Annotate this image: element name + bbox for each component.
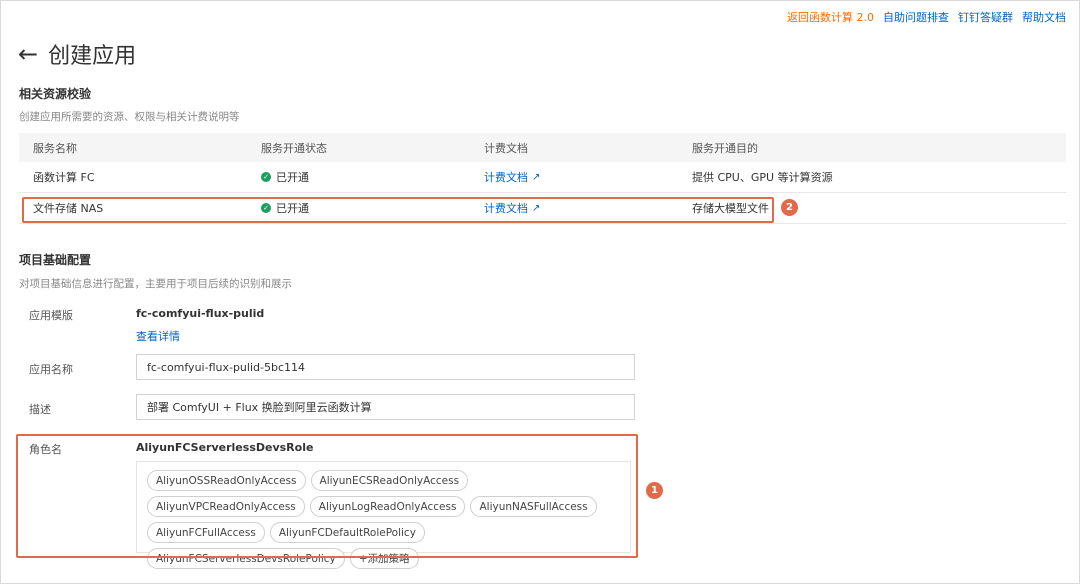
service-name: 函数计算 FC (33, 171, 95, 184)
help-docs-link[interactable]: 帮助文档 (1022, 9, 1066, 25)
table-header-row: 服务名称 服务开通状态 计费文档 服务开通目的 (19, 133, 1066, 162)
page-title: 创建应用 (48, 44, 137, 69)
app-name-input[interactable] (136, 354, 635, 380)
highlight-box-role (16, 434, 638, 558)
annotation-badge-1: 1 (646, 482, 663, 499)
description-input[interactable] (136, 394, 635, 420)
status-text: 已开通 (276, 171, 309, 184)
service-status: ✓ 已开通 (247, 169, 470, 185)
view-details-link[interactable]: 查看详情 (136, 328, 180, 344)
top-links: 返回函数计算 2.0 自助问题排查 钉钉答疑群 帮助文档 (787, 9, 1066, 25)
template-value: fc-comfyui-flux-pulid (136, 307, 265, 320)
description-label: 描述 (29, 403, 51, 416)
billing-doc-link[interactable]: 计费文档 ↗ (484, 169, 540, 185)
resource-section-title: 相关资源校验 (19, 87, 92, 101)
col-service-name: 服务名称 (33, 141, 77, 155)
dingtalk-group-link[interactable]: 钉钉答疑群 (958, 9, 1013, 25)
page-header: ← 创建应用 (18, 38, 136, 70)
arrow-left-icon[interactable]: ← (18, 42, 38, 66)
config-section-description: 对项目基础信息进行配置，主要用于项目后续的识别和展示 (19, 278, 292, 290)
back-to-fc2-link[interactable]: 返回函数计算 2.0 (787, 9, 874, 25)
table-row: 函数计算 FC ✓ 已开通 计费文档 ↗ 提供 CPU、GPU 等计算资源 (19, 162, 1066, 193)
col-service-purpose: 服务开通目的 (692, 141, 758, 155)
service-purpose: 提供 CPU、GPU 等计算资源 (692, 171, 833, 184)
check-circle-icon: ✓ (261, 172, 271, 182)
template-label: 应用模版 (29, 309, 73, 322)
resource-section-description: 创建应用所需要的资源、权限与相关计费说明等 (19, 111, 240, 123)
config-section-title: 项目基础配置 (19, 253, 92, 267)
app-name-label: 应用名称 (29, 363, 73, 376)
external-link-icon: ↗ (532, 171, 541, 183)
annotation-badge-2: 2 (781, 199, 798, 216)
self-troubleshoot-link[interactable]: 自助问题排查 (883, 9, 949, 25)
col-billing-doc: 计费文档 (484, 141, 528, 155)
col-service-status: 服务开通状态 (261, 141, 327, 155)
highlight-box-nas-row (22, 197, 774, 223)
